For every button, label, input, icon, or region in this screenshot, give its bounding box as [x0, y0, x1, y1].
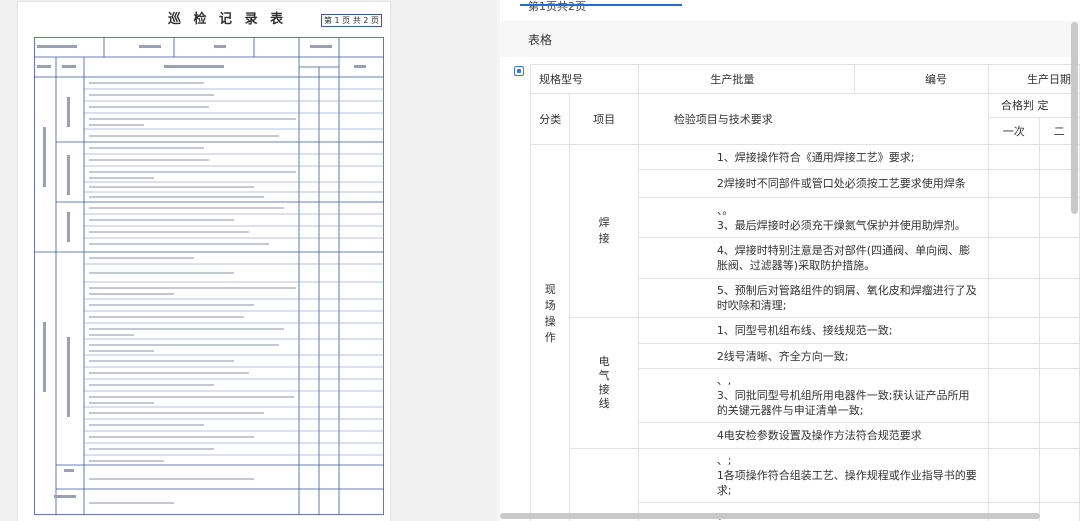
- table-icon[interactable]: [514, 66, 524, 76]
- header-judge: 合格判 定: [987, 93, 1080, 118]
- document-title: 巡 检 记 录 表: [168, 12, 288, 27]
- weld-row-4: 4、焊接时特别注意是否对部件(四通阀、单向阀、膨胀阀、过滤器等)采取防护措施。: [637, 237, 989, 279]
- html-table-view[interactable]: 第1页共2页 表格 规格型号 生产批量 编号 生产日期 分类 项目 检验项目与技…: [500, 0, 1080, 521]
- section-label: 表格: [528, 33, 553, 47]
- document-preview-pane[interactable]: 巡 检 记 录 表 第 1 页 共 2 页: [0, 0, 497, 521]
- item-welding: 焊接: [569, 144, 639, 318]
- weld-row-2: 2焊接时不同部件或管口处必须按工艺要求使用焊条: [637, 169, 989, 198]
- assembly-row-1: 、; 1各项操作符合组装工艺、操作规程或作业指导书的要求;: [637, 448, 989, 503]
- header-category: 分类: [529, 93, 571, 145]
- header-item: 项目: [569, 93, 639, 145]
- weld-row-3: 、。 3、最后焊接时必须充干燥氮气保护并使用助焊剂。: [637, 197, 989, 238]
- elec-row-4: 4电安检参数设置及操作方法符合规范要求: [637, 422, 989, 449]
- document-page-number: 第 1 页 共 2 页: [321, 14, 382, 27]
- header-first: 一次: [987, 117, 1040, 145]
- active-page-indicator: [520, 4, 682, 6]
- item-electric-label: 电气接线: [598, 355, 610, 410]
- item-electric: 电气接线: [569, 317, 639, 449]
- elec-row-3: 、, 3、同批同型号机组所用电器件一致;获认证产品所用的关键元器件与申证清单一致…: [637, 368, 989, 423]
- category-cell: 现场操作: [529, 144, 571, 521]
- header-number: 编号: [853, 64, 989, 94]
- page-info: 第1页共2页: [528, 0, 586, 13]
- category-label: 现场操作: [544, 282, 556, 344]
- header-requirements: 检验项目与技术要求: [637, 93, 989, 145]
- elec-row-2: 2线号清晰、齐全方向一致;: [637, 343, 989, 369]
- document-form-table: [34, 37, 384, 515]
- item-assembly: [569, 448, 639, 521]
- inspection-table: 规格型号 生产批量 编号 生产日期 分类 项目 检验项目与技术要求 合格判 定 …: [529, 64, 1080, 521]
- weld-row-5: 5、预制后对管路组件的铜屑、氧化皮和焊瘤进行了及时吹除和清理;: [637, 278, 989, 318]
- vertical-scrollbar[interactable]: [1071, 22, 1078, 214]
- item-welding-label: 焊接: [598, 216, 610, 245]
- elec-row-1: 1、同型号机组布线、接线规范一致;: [637, 317, 989, 344]
- header-spec: 规格型号: [530, 64, 639, 94]
- horizontal-scrollbar[interactable]: [500, 513, 1040, 519]
- document-page: 巡 检 记 录 表 第 1 页 共 2 页: [18, 2, 390, 521]
- header-date: 生产日期: [987, 64, 1080, 94]
- section-header-band: [500, 21, 1080, 57]
- header-batch: 生产批量: [637, 64, 855, 94]
- weld-row-1: 1、焊接操作符合《通用焊接工艺》要求;: [637, 144, 989, 170]
